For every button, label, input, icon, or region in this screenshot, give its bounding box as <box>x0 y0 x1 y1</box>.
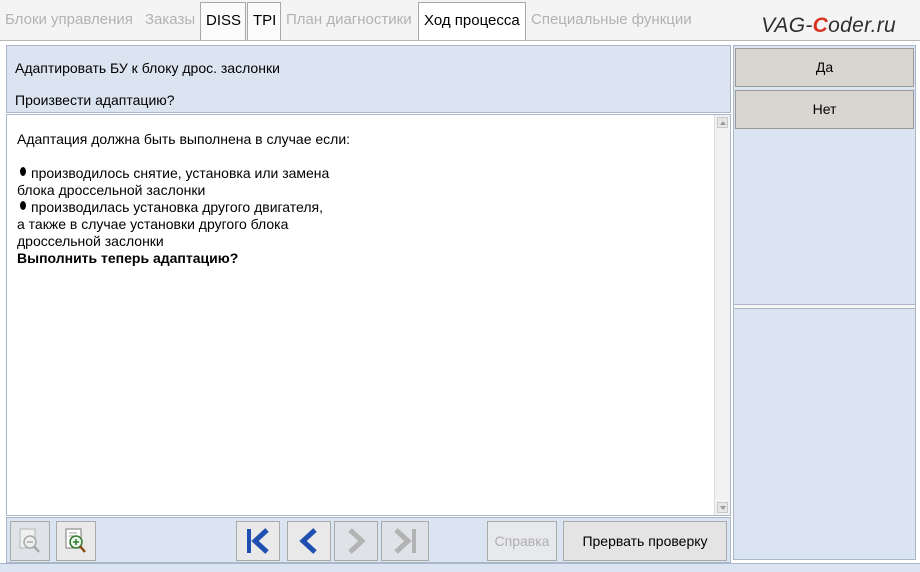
arrow-left-icon <box>299 528 317 554</box>
tab-control-units: Блоки управления <box>5 11 133 28</box>
content-text: Адаптация должна быть выполнена в случае… <box>17 131 707 267</box>
content-panel: Адаптация должна быть выполнена в случае… <box>6 114 731 516</box>
previous-button[interactable] <box>287 521 331 561</box>
watermark-logo: VAG-Coder.ru <box>761 14 896 37</box>
intro-text: Адаптация должна быть выполнена в случае… <box>17 131 351 147</box>
tab-diagnostic-plan: План диагностики <box>286 11 412 28</box>
zoom-out-button[interactable] <box>10 521 50 561</box>
last-page-icon <box>394 528 416 554</box>
yes-button[interactable]: Да <box>735 48 914 87</box>
adaptation-question: Выполнить теперь адаптацию? <box>17 250 239 266</box>
tab-special-functions: Специальные функции <box>531 11 692 28</box>
help-button[interactable]: Справка <box>487 521 557 561</box>
function-prompt: Произвести адаптацию? <box>15 92 175 108</box>
abort-test-button[interactable]: Прервать проверку <box>563 521 727 561</box>
zoom-in-icon <box>65 528 86 553</box>
scroll-up-icon[interactable] <box>717 117 728 128</box>
tab-orders: Заказы <box>145 11 196 28</box>
bullet-icon <box>20 167 26 176</box>
vertical-scrollbar[interactable] <box>714 115 730 515</box>
tab-diss[interactable]: DISS <box>200 2 246 40</box>
no-button[interactable]: Нет <box>735 90 914 129</box>
function-title: Адаптировать БУ к блоку дрос. заслонки <box>15 60 280 76</box>
bottom-toolbar: Справка Прервать проверку <box>6 517 731 563</box>
last-page-button[interactable] <box>381 521 429 561</box>
main-area: Адаптировать БУ к блоку дрос. заслонки П… <box>0 41 920 572</box>
tab-bar: Блоки управления Заказы DISS TPI План ди… <box>0 0 920 41</box>
zoom-out-icon <box>19 528 40 553</box>
bullet-icon <box>20 201 26 210</box>
tab-tpi[interactable]: TPI <box>247 2 281 40</box>
bullet-item-2: производилась установка другого двигател… <box>17 199 707 216</box>
header-panel: Адаптировать БУ к блоку дрос. заслонки П… <box>6 45 731 113</box>
panel-divider <box>734 304 915 309</box>
next-button[interactable] <box>334 521 378 561</box>
tab-process[interactable]: Ход процесса <box>418 2 526 40</box>
bullet-item-1: производилось снятие, установка или заме… <box>17 165 707 182</box>
first-page-icon <box>247 528 269 554</box>
arrow-right-icon <box>348 528 366 554</box>
answer-panel: Да Нет <box>733 45 916 560</box>
scroll-down-icon[interactable] <box>717 502 728 513</box>
first-page-button[interactable] <box>236 521 280 561</box>
zoom-in-button[interactable] <box>56 521 96 561</box>
